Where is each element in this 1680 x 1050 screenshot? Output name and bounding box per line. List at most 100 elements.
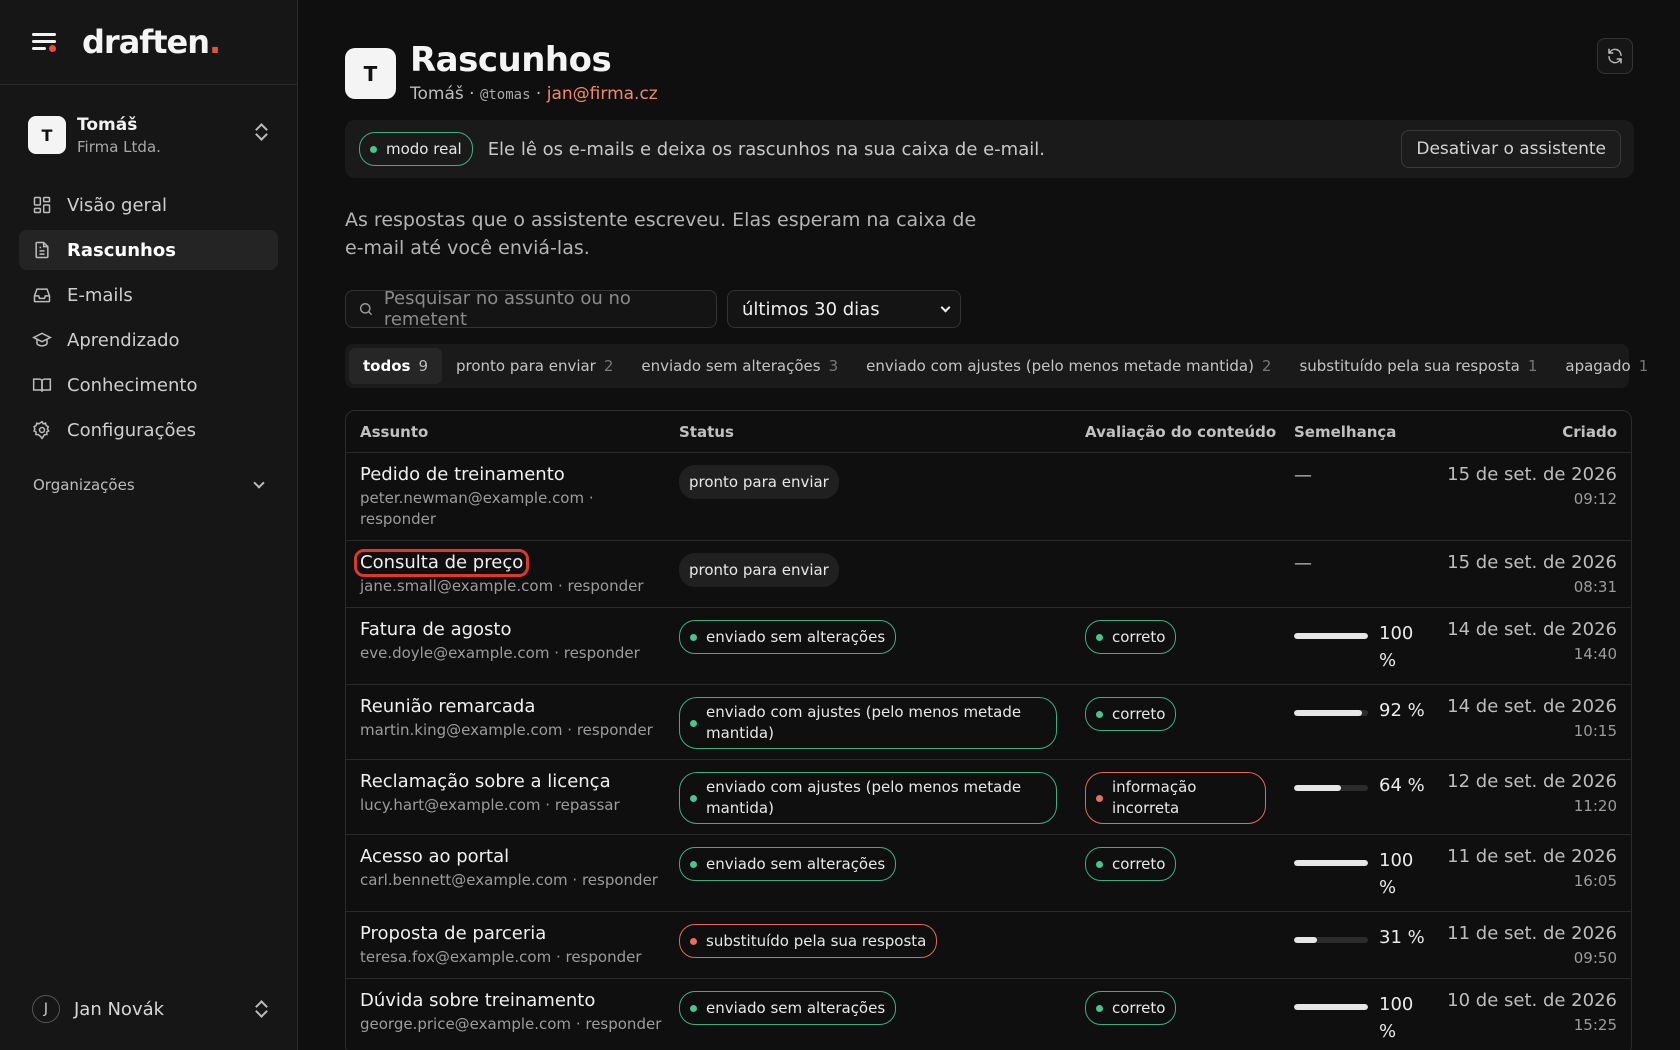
similarity-bar — [1294, 1004, 1368, 1010]
table-row[interactable]: Dúvida sobre treinamento george.price@exa… — [346, 978, 1631, 1050]
tab-substitu-do-pela-sua-resposta[interactable]: substituído pela sua resposta 1 — [1285, 348, 1551, 384]
sidebar-item-rascunhos[interactable]: Rascunhos — [19, 230, 278, 270]
refresh-icon — [1608, 48, 1622, 64]
chevron-down-icon — [940, 302, 951, 312]
table-row[interactable]: Reclamação sobre a licença lucy.hart@exam… — [346, 759, 1631, 834]
sidebar-item-label: Configurações — [67, 419, 196, 441]
draft-subject[interactable]: Acesso ao portal — [360, 846, 509, 867]
column-similarity[interactable]: Semelhança — [1280, 423, 1435, 441]
page-subtitle: Tomáš · @tomas · jan@firma.cz — [410, 84, 658, 104]
sidebar: draften. T Tomáš Firma Ltda. Visão geral… — [0, 0, 298, 1050]
search-input[interactable]: Pesquisar no assunto ou no remetent — [345, 288, 717, 330]
created-date: 15 de set. de 2026 — [1447, 464, 1617, 485]
tab-apagado[interactable]: apagado 1 — [1551, 348, 1662, 384]
similarity-bar — [1294, 860, 1368, 866]
account-switcher[interactable]: T Tomáš Firma Ltda. — [0, 85, 297, 185]
tab-label: enviado com ajustes (pelo menos metade m… — [866, 357, 1254, 375]
status-badge: enviado sem alterações — [679, 620, 897, 654]
sidebar-item-aprendizado[interactable]: Aprendizado — [19, 320, 278, 360]
status-badge: enviado sem alterações — [679, 847, 897, 881]
draft-subject[interactable]: Consulta de preço — [353, 549, 530, 577]
similarity-value: 64 % — [1379, 775, 1425, 796]
mode-description: Ele lê os e-mails e deixa os rascunhos n… — [487, 138, 1045, 160]
account-avatar: T — [28, 116, 66, 154]
similarity-value: 92 % — [1379, 700, 1425, 721]
logo[interactable]: draften. — [82, 23, 221, 61]
user-avatar: J — [32, 995, 60, 1023]
sidebar-item-e-mails[interactable]: E-mails — [19, 275, 278, 315]
draft-subject[interactable]: Reunião remarcada — [360, 696, 535, 717]
table-row[interactable]: Acesso ao portal carl.bennett@example.com… — [346, 834, 1631, 911]
status-badge: enviado com ajustes (pelo menos metade m… — [679, 697, 1057, 749]
draft-sender: teresa.fox@example.com · responder — [360, 948, 642, 966]
sidebar-item-configura-es[interactable]: Configurações — [19, 410, 278, 450]
draft-subject[interactable]: Fatura de agosto — [360, 619, 512, 640]
refresh-button[interactable] — [1597, 38, 1633, 74]
table-row[interactable]: Reunião remarcada martin.king@example.com… — [346, 684, 1631, 759]
column-subject[interactable]: Assunto — [346, 423, 666, 441]
created-time: 15:25 — [1573, 1016, 1617, 1034]
sidebar-item-label: Aprendizado — [67, 329, 180, 351]
tab-label: substituído pela sua resposta — [1299, 357, 1520, 375]
user-name: Jan Novák — [74, 998, 165, 1020]
main-content: T Rascunhos Tomáš · @tomas · jan@firma.c… — [298, 0, 1680, 1050]
draft-subject[interactable]: Pedido de treinamento — [360, 464, 565, 485]
tab-count: 2 — [1261, 357, 1272, 375]
created-time: 10:15 — [1573, 722, 1617, 740]
created-date: 10 de set. de 2026 — [1447, 990, 1617, 1011]
draft-subject[interactable]: Proposta de parceria — [360, 923, 546, 944]
user-email[interactable]: jan@firma.cz — [547, 84, 658, 104]
sidebar-item-conhecimento[interactable]: Conhecimento — [19, 365, 278, 405]
brand-bar: draften. — [0, 0, 297, 85]
sidebar-item-vis-o-geral[interactable]: Visão geral — [19, 185, 278, 225]
status-badge: pronto para enviar — [679, 553, 839, 587]
draft-sender: lucy.hart@example.com · repassar — [360, 796, 620, 814]
created-date: 14 de set. de 2026 — [1447, 696, 1617, 717]
status-badge: enviado sem alterações — [679, 991, 897, 1025]
similarity-bar — [1294, 937, 1368, 943]
similarity-empty: — — [1294, 553, 1312, 574]
draft-sender: carl.bennett@example.com · responder — [360, 871, 658, 889]
tab-label: pronto para enviar — [456, 357, 596, 375]
tab-enviado-sem-altera-es[interactable]: enviado sem alterações 3 — [627, 348, 852, 384]
dashboard-icon — [32, 195, 52, 215]
column-created[interactable]: Criado — [1435, 423, 1631, 441]
menu-icon[interactable] — [32, 31, 60, 53]
draft-subject[interactable]: Dúvida sobre treinamento — [360, 990, 595, 1011]
gear-icon — [32, 420, 52, 440]
rating-badge: correto — [1085, 697, 1177, 731]
tab-count: 1 — [1638, 357, 1649, 375]
drafts-table: Assunto Status Avaliação do conteúdo Sem… — [345, 410, 1632, 1050]
table-row[interactable]: Pedido de treinamento peter.newman@exampl… — [346, 452, 1631, 540]
created-time: 08:31 — [1573, 578, 1617, 596]
draft-sender: jane.small@example.com · responder — [360, 577, 644, 595]
graduation-cap-icon — [32, 330, 52, 350]
similarity-bar — [1294, 710, 1368, 716]
filters: Pesquisar no assunto ou no remetent últi… — [345, 288, 1634, 330]
header-avatar: T — [345, 48, 396, 99]
rating-badge: correto — [1085, 847, 1177, 881]
disable-assistant-button[interactable]: Desativar o assistente — [1401, 130, 1621, 168]
draft-subject[interactable]: Reclamação sobre a licença — [360, 771, 611, 792]
user-menu[interactable]: J Jan Novák — [32, 994, 267, 1024]
app: draften. T Tomáš Firma Ltda. Visão geral… — [0, 0, 1680, 1050]
rating-badge: correto — [1085, 991, 1177, 1025]
account-name: Tomáš — [77, 114, 138, 135]
period-select[interactable]: últimos 30 dias — [727, 290, 961, 328]
column-rating[interactable]: Avaliação do conteúdo — [1071, 423, 1280, 441]
mode-badge: modo real — [359, 132, 473, 166]
table-row[interactable]: Consulta de preço jane.small@example.com … — [346, 540, 1631, 607]
table-row[interactable]: Proposta de parceria teresa.fox@example.c… — [346, 911, 1631, 978]
organizations-toggle[interactable]: Organizações — [0, 476, 297, 494]
table-row[interactable]: Fatura de agosto eve.doyle@example.com · … — [346, 607, 1631, 684]
similarity-value: 31 % — [1379, 927, 1425, 948]
mode-banner: modo real Ele lê os e-mails e deixa os r… — [345, 120, 1634, 178]
draft-sender: eve.doyle@example.com · responder — [360, 644, 640, 662]
period-value: últimos 30 dias — [742, 298, 880, 320]
tab-enviado-com-ajustes-pelo-menos-metade-mantida-[interactable]: enviado com ajustes (pelo menos metade m… — [852, 348, 1285, 384]
tab-pronto-para-enviar[interactable]: pronto para enviar 2 — [442, 348, 627, 384]
chevron-up-down-icon — [255, 123, 267, 141]
column-status[interactable]: Status — [666, 423, 1071, 441]
draft-sender: george.price@example.com · responder — [360, 1015, 662, 1033]
tab-todos[interactable]: todos 9 — [349, 348, 442, 384]
